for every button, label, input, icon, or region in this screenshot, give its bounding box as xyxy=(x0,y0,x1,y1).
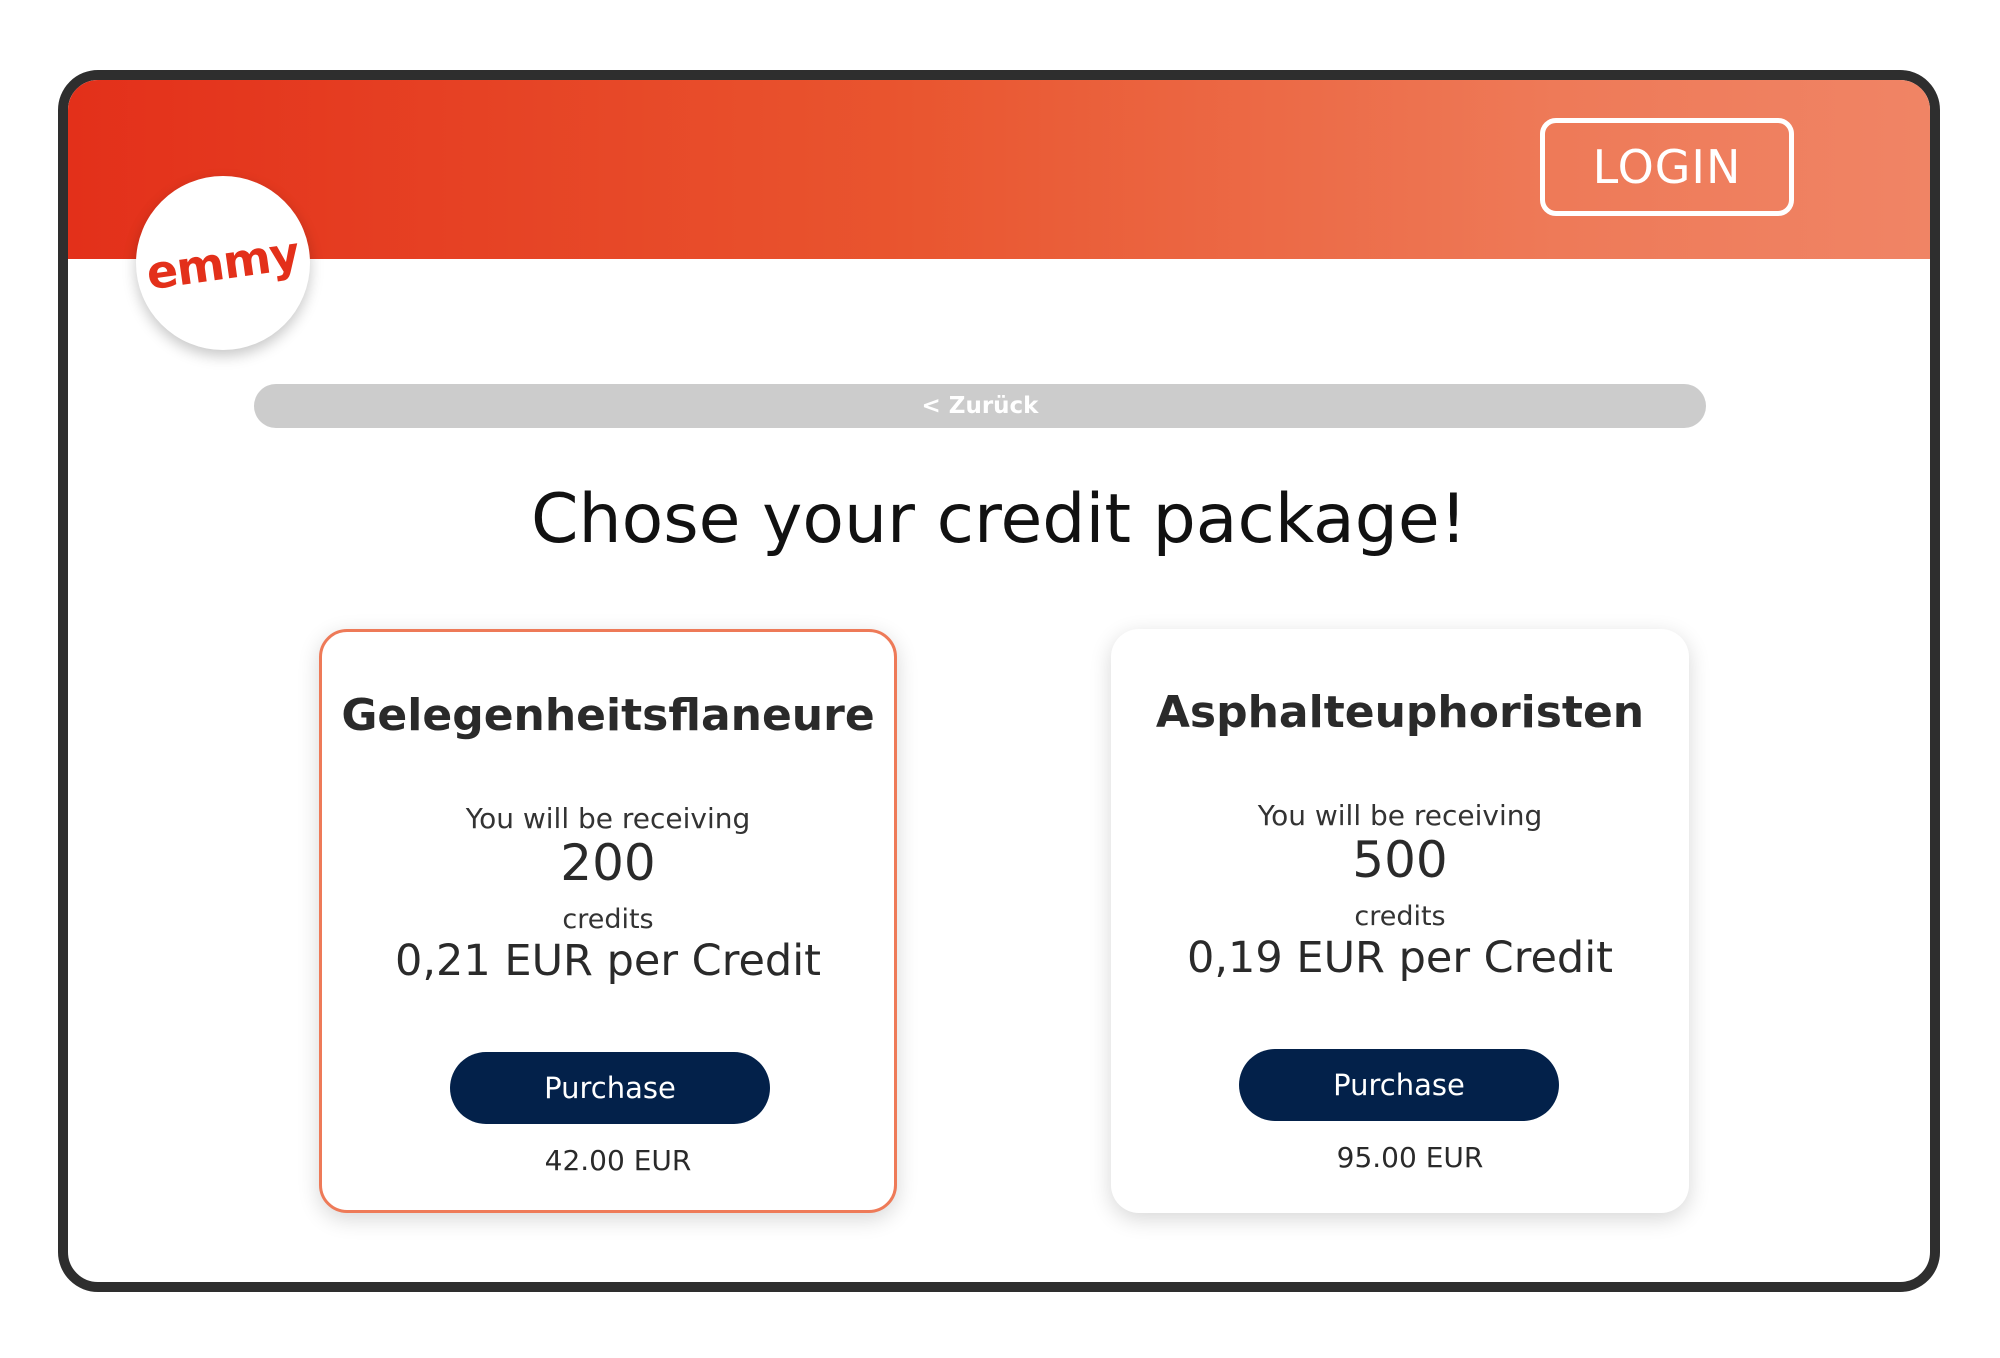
emmy-logo[interactable]: emmy xyxy=(136,176,310,350)
price-per-credit: 0,19 EUR per Credit xyxy=(1186,933,1613,983)
package-card-gelegenheitsflaneure[interactable]: Gelegenheitsflaneure You will be receivi… xyxy=(319,629,897,1213)
page-title: Chose your credit package! xyxy=(531,480,1467,559)
logo-text: emmy xyxy=(143,225,303,301)
package-price: 95.00 EUR xyxy=(1336,1141,1484,1174)
purchase-button[interactable]: Purchase xyxy=(450,1052,770,1124)
package-price: 42.00 EUR xyxy=(544,1144,692,1177)
package-name: Asphalteuphoristen xyxy=(1155,687,1645,738)
credits-label: credits xyxy=(1354,901,1446,932)
app-window: LOGIN emmy < Zurück Chose your credit pa… xyxy=(58,70,1940,1292)
receiving-text: You will be receiving xyxy=(465,802,751,835)
back-button[interactable]: < Zurück xyxy=(254,384,1706,428)
package-name: Gelegenheitsflaneure xyxy=(341,690,875,741)
header-bar: LOGIN xyxy=(68,80,1930,259)
receiving-text: You will be receiving xyxy=(1257,799,1543,832)
credits-label: credits xyxy=(562,904,654,935)
login-button[interactable]: LOGIN xyxy=(1540,118,1794,216)
package-card-asphalteuphoristen[interactable]: Asphalteuphoristen You will be receiving… xyxy=(1111,629,1689,1213)
credits-amount: 500 xyxy=(1352,831,1448,889)
purchase-button[interactable]: Purchase xyxy=(1239,1049,1559,1121)
credits-amount: 200 xyxy=(560,834,656,892)
price-per-credit: 0,21 EUR per Credit xyxy=(394,936,821,986)
